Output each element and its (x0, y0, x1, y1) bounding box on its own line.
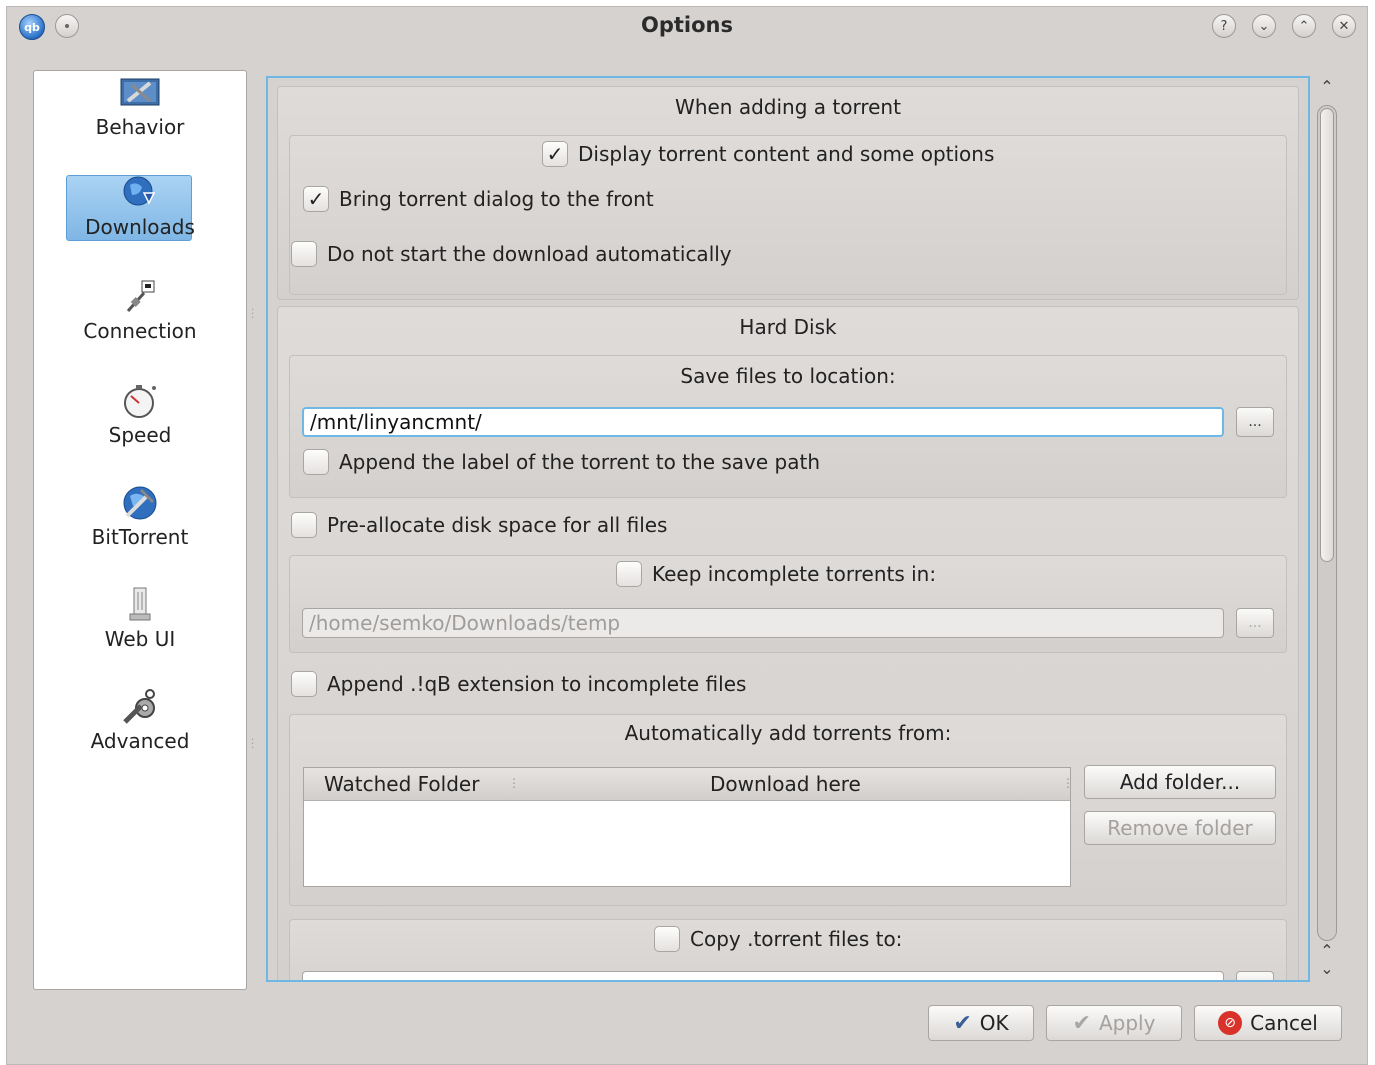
empty-checkbox-icon (291, 512, 317, 538)
downloads-icon (120, 175, 160, 211)
close-icon: ✕ (1338, 18, 1350, 34)
no-autostart-checkbox[interactable]: Do not start the download automatically (291, 241, 732, 267)
sidebar-item-advanced[interactable]: Advanced (34, 689, 246, 779)
scroll-up-arrow-icon[interactable]: ⌃ (1317, 77, 1337, 96)
sidebar-item-connection[interactable]: Connection (34, 279, 246, 369)
copy-torrent-browse-button[interactable] (1236, 971, 1274, 980)
advanced-icon (120, 689, 160, 725)
sidebar-item-label: BitTorrent (91, 525, 189, 549)
table-header: Watched Folder ⋮ Download here ⋮ (304, 768, 1074, 801)
checkbox-label: Bring torrent dialog to the front (339, 187, 654, 211)
button-label: Cancel (1250, 1011, 1318, 1035)
incomplete-path-input[interactable] (302, 608, 1224, 638)
save-path-input[interactable] (302, 407, 1224, 437)
webui-icon (120, 587, 160, 623)
content-scrollbar[interactable]: ⌃ ⌃ ⌄ (1312, 77, 1342, 983)
empty-checkbox-icon (291, 671, 317, 697)
copy-torrent-checkbox[interactable]: Copy .torrent files to: (654, 926, 902, 952)
checkbox-label: Append the label of the torrent to the s… (339, 450, 820, 474)
watched-folders-table[interactable]: Watched Folder ⋮ Download here ⋮ (303, 767, 1074, 887)
cancel-icon: ⊘ (1218, 1011, 1243, 1035)
empty-checkbox-icon (654, 926, 680, 952)
checkbox-label: Do not start the download automatically (327, 242, 732, 266)
column-resize-handle[interactable]: ⋮ (508, 776, 520, 790)
connection-icon (120, 279, 160, 315)
checkbox-label: Copy .torrent files to: (690, 927, 903, 951)
sidebar-item-label: Advanced (90, 729, 190, 753)
keep-incomplete-checkbox[interactable]: Keep incomplete torrents in: (616, 561, 936, 587)
scrollbar-track[interactable] (1317, 105, 1337, 941)
behavior-icon (120, 75, 160, 111)
maximize-button[interactable]: ⌃ (1292, 14, 1316, 38)
checkmark-icon: ✓ (542, 141, 568, 167)
scroll-up-arrow-icon[interactable]: ⌃ (1317, 941, 1337, 960)
close-button[interactable]: ✕ (1332, 14, 1356, 38)
scroll-down-arrow-icon[interactable]: ⌄ (1317, 959, 1337, 978)
cancel-button[interactable]: ⊘ Cancel (1194, 1005, 1342, 1041)
sidebar-item-webui[interactable]: Web UI (34, 587, 246, 677)
incomplete-path-browse-button[interactable]: ... (1236, 608, 1274, 638)
append-qb-extension-checkbox[interactable]: Append .!qB extension to incomplete file… (291, 671, 746, 697)
checkbox-label: Append .!qB extension to incomplete file… (327, 672, 747, 696)
group-title: When adding a torrent (675, 95, 901, 119)
sidebar-item-downloads[interactable]: Downloads (34, 175, 246, 265)
copy-torrent-path-input[interactable] (302, 971, 1224, 980)
empty-checkbox-icon (291, 241, 317, 267)
checkbox-label: Display torrent content and some options (578, 142, 995, 166)
splitter-handle[interactable]: · · · (251, 736, 255, 754)
sidebar-item-label: Connection (83, 319, 197, 343)
question-icon: ? (1220, 18, 1228, 34)
checkmark-icon: ✔ (953, 1010, 972, 1036)
group-title: Hard Disk (739, 315, 837, 339)
downloads-page: When adding a torrent ✓ Display torrent … (266, 76, 1310, 982)
empty-checkbox-icon (616, 561, 642, 587)
add-folder-button[interactable]: Add folder... (1084, 765, 1276, 799)
minimize-button[interactable]: ⌄ (1252, 14, 1276, 38)
sidebar-item-label: Behavior (95, 115, 185, 139)
chevron-down-icon: ⌄ (1258, 18, 1270, 34)
checkbox-label: Keep incomplete torrents in: (652, 562, 937, 586)
sidebar-item-speed[interactable]: Speed (34, 383, 246, 473)
speed-icon (120, 383, 160, 419)
sidebar-item-label: Downloads (85, 215, 195, 239)
preallocate-checkbox[interactable]: Pre-allocate disk space for all files (291, 512, 667, 538)
title-bar: qb Options ? ⌄ ⌃ ✕ (7, 7, 1367, 47)
group-title: Save files to location: (680, 364, 896, 388)
display-content-checkbox[interactable]: ✓ Display torrent content and some optio… (542, 141, 994, 167)
append-label-checkbox[interactable]: Append the label of the torrent to the s… (303, 449, 820, 475)
sidebar-item-bittorrent[interactable]: BitTorrent (34, 485, 246, 575)
checkmark-icon: ✔ (1072, 1010, 1091, 1036)
column-header-download-here[interactable]: Download here (710, 772, 861, 796)
sidebar-item-label: Speed (108, 423, 172, 447)
group-title: Automatically add torrents from: (624, 721, 952, 745)
sidebar-item-behavior[interactable]: Behavior (34, 75, 246, 165)
window-title: Options (641, 13, 733, 37)
sidebar-item-label: Web UI (104, 627, 176, 651)
checkbox-label: Pre-allocate disk space for all files (327, 513, 668, 537)
save-path-browse-button[interactable]: ... (1236, 407, 1274, 437)
button-label: OK (979, 1011, 1009, 1035)
options-window: qb Options ? ⌄ ⌃ ✕ Behavior Downloads Co… (6, 6, 1368, 1065)
chevron-up-icon: ⌃ (1298, 18, 1310, 34)
button-label: Apply (1098, 1011, 1156, 1035)
scrollbar-handle[interactable] (1320, 108, 1334, 562)
column-header-watched-folder[interactable]: Watched Folder (324, 772, 479, 796)
bring-to-front-checkbox[interactable]: ✓ Bring torrent dialog to the front (303, 186, 654, 212)
empty-checkbox-icon (303, 449, 329, 475)
ok-button[interactable]: ✔ OK (928, 1005, 1034, 1041)
help-button[interactable]: ? (1212, 14, 1236, 38)
column-resize-handle[interactable]: ⋮ (1062, 776, 1074, 790)
checkmark-icon: ✓ (303, 186, 329, 212)
options-sidebar: Behavior Downloads Connection Speed BitT… (33, 70, 247, 990)
bittorrent-icon (120, 485, 160, 521)
remove-folder-button[interactable]: Remove folder (1084, 811, 1276, 845)
splitter-handle[interactable]: · · · (251, 306, 255, 324)
apply-button[interactable]: ✔ Apply (1046, 1005, 1182, 1041)
